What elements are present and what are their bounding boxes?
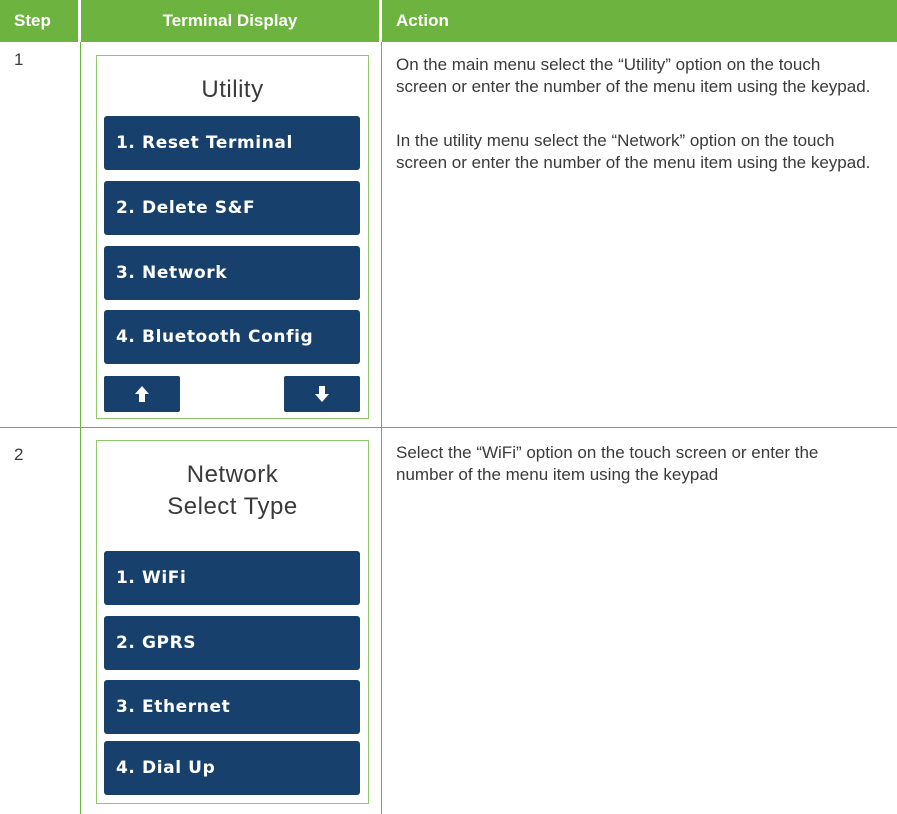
column-divider xyxy=(381,42,382,814)
terminal-screen-network: Network Select Type 1. WiFi 2. GPRS 3. E… xyxy=(96,440,369,804)
menu-item-label: 1. WiFi xyxy=(116,568,187,588)
scroll-down-button[interactable] xyxy=(284,376,360,412)
step-number: 2 xyxy=(14,445,24,464)
screen-title-line1: Network xyxy=(186,461,279,488)
instruction-table: Step Terminal Display Action 1 Utility 1… xyxy=(0,0,897,814)
scroll-up-button[interactable] xyxy=(104,376,180,412)
menu-item-label: 3. Ethernet xyxy=(116,697,231,717)
menu-item-label: 4. Dial Up xyxy=(116,758,216,778)
header-step-label: Step xyxy=(14,11,51,30)
arrow-down-icon xyxy=(315,386,329,402)
menu-item-label: 3. Network xyxy=(116,263,228,283)
menu-item-dial-up[interactable]: 4. Dial Up xyxy=(104,741,360,795)
terminal-screen-utility: Utility 1. Reset Terminal 2. Delete S&F … xyxy=(96,55,369,419)
menu-item-label: 1. Reset Terminal xyxy=(116,133,293,153)
arrow-up-icon xyxy=(135,386,149,402)
menu-item-delete-sf[interactable]: 2. Delete S&F xyxy=(104,181,360,235)
menu-item-ethernet[interactable]: 3. Ethernet xyxy=(104,680,360,734)
menu-item-network[interactable]: 3. Network xyxy=(104,246,360,300)
menu-item-label: 2. Delete S&F xyxy=(116,198,256,218)
header-action-label: Action xyxy=(396,11,449,30)
step-number: 1 xyxy=(14,50,24,69)
screen-title-line2: Select Type xyxy=(167,493,298,520)
header-terminal-display: Terminal Display xyxy=(81,0,379,42)
header-action: Action xyxy=(382,0,897,42)
row-divider xyxy=(0,427,897,428)
screen-title: Utility xyxy=(201,76,264,103)
header-step: Step xyxy=(0,0,78,42)
menu-item-reset-terminal[interactable]: 1. Reset Terminal xyxy=(104,116,360,170)
action-paragraph: In the utility menu select the “Network”… xyxy=(396,131,871,172)
column-divider xyxy=(80,42,81,814)
action-paragraph: Select the “WiFi” option on the touch sc… xyxy=(396,443,819,484)
action-paragraph: On the main menu select the “Utility” op… xyxy=(396,55,871,96)
menu-item-bluetooth-config[interactable]: 4. Bluetooth Config xyxy=(104,310,360,364)
menu-item-wifi[interactable]: 1. WiFi xyxy=(104,551,360,605)
menu-item-label: 4. Bluetooth Config xyxy=(116,327,314,347)
header-display-label: Terminal Display xyxy=(162,11,298,30)
menu-item-label: 2. GPRS xyxy=(116,633,197,653)
menu-item-gprs[interactable]: 2. GPRS xyxy=(104,616,360,670)
